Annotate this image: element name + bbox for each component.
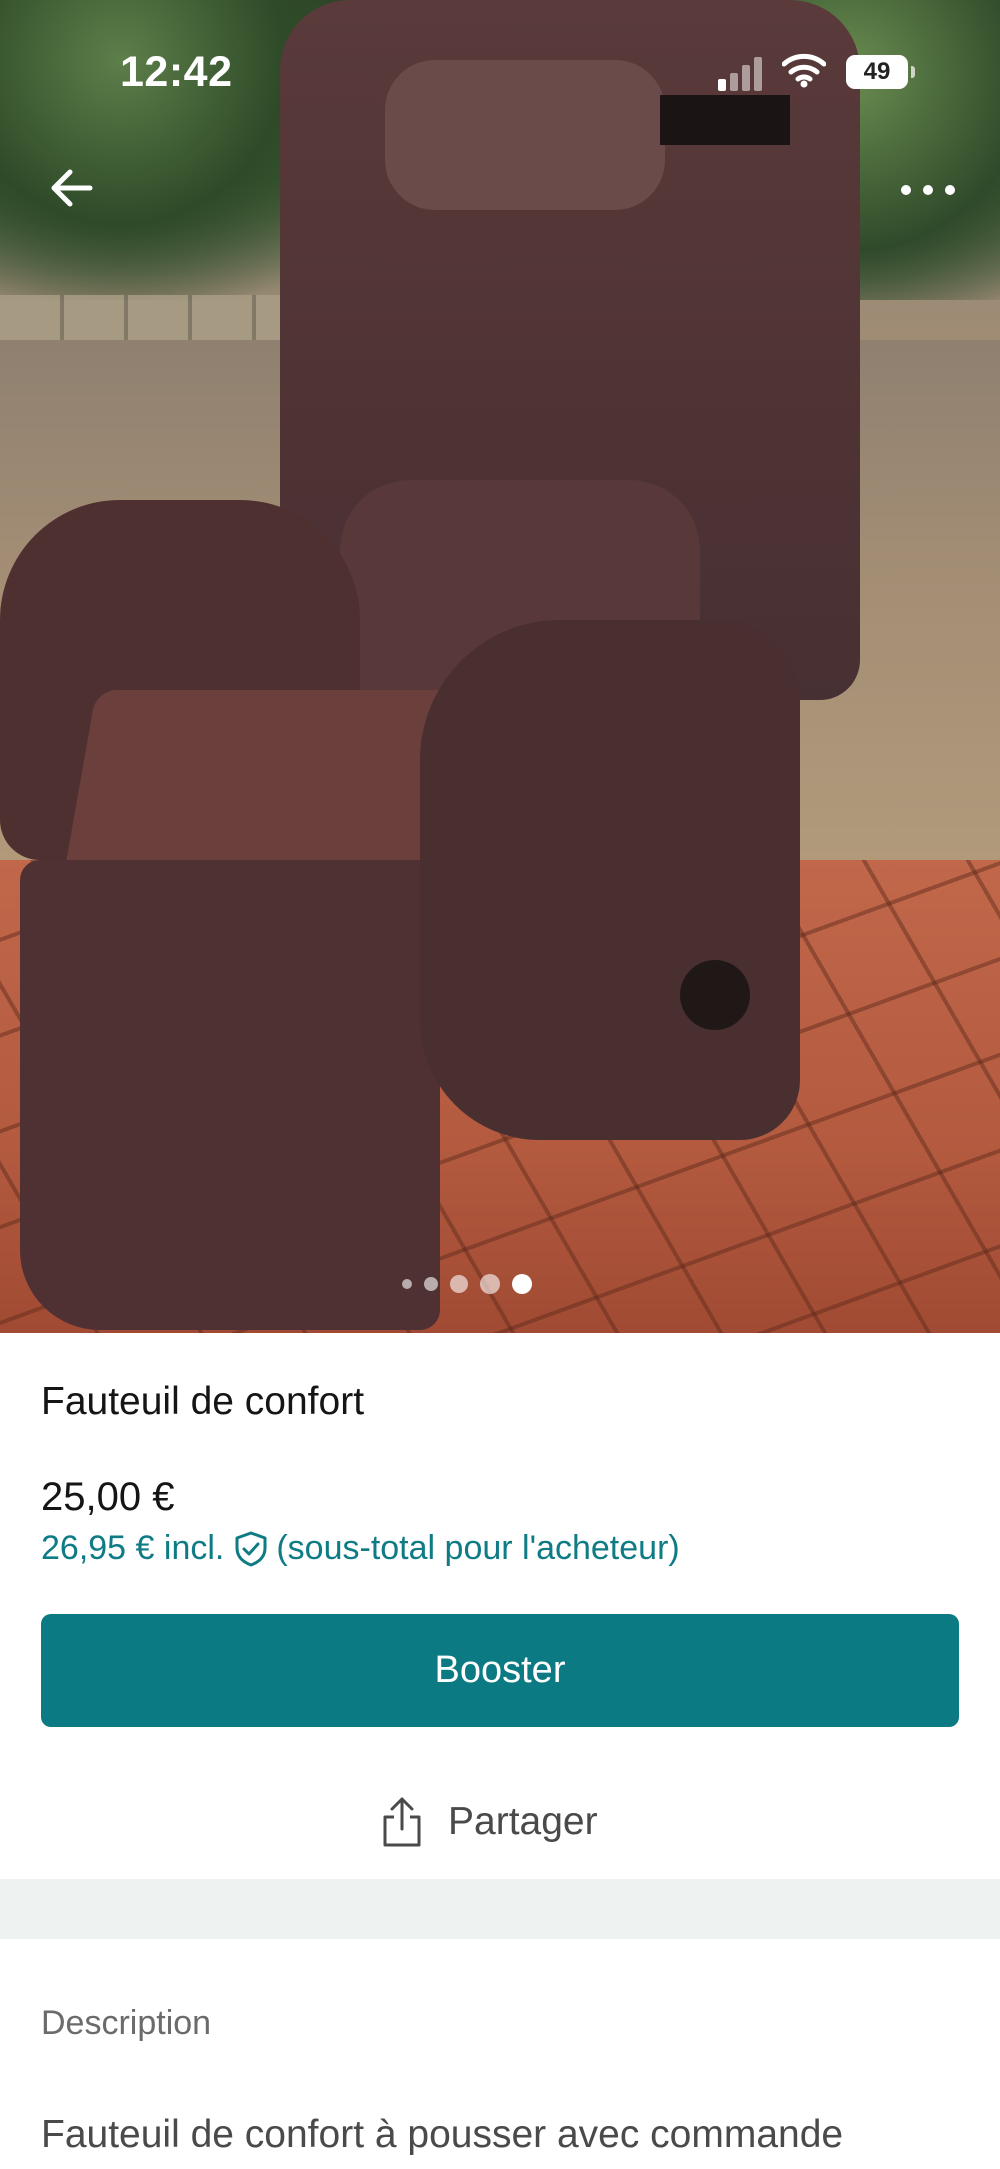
gallery-dot[interactable]	[450, 1275, 468, 1293]
wifi-icon	[782, 53, 826, 88]
gallery-dot[interactable]	[402, 1279, 412, 1289]
back-arrow-icon[interactable]	[44, 160, 100, 216]
boost-button[interactable]: Booster	[41, 1614, 959, 1727]
buyer-price-note: (sous-total pour l'acheteur)	[276, 1529, 680, 1567]
share-label: Partager	[448, 1800, 598, 1843]
chair-strap	[660, 95, 790, 145]
shield-check-icon	[235, 1531, 267, 1566]
description-text: Fauteuil de confort à pousser avec comma…	[41, 2113, 844, 2156]
gallery-pagination[interactable]	[402, 1272, 532, 1296]
status-time: 12:42	[120, 48, 233, 96]
share-icon	[383, 1797, 421, 1847]
buyer-price-info[interactable]: 26,95 € incl. (sous-total pour l'acheteu…	[41, 1529, 680, 1568]
chair-front-panel	[20, 860, 440, 1330]
item-title: Fauteuil de confort	[41, 1380, 365, 1423]
chair-wheel	[680, 960, 750, 1030]
more-options-icon[interactable]	[896, 170, 960, 210]
gallery-dot[interactable]	[480, 1274, 500, 1294]
item-price: 25,00 €	[41, 1475, 175, 1519]
gallery-dot[interactable]	[424, 1277, 438, 1291]
chair-right-armrest	[420, 620, 800, 1140]
gallery-dot-active[interactable]	[512, 1274, 532, 1294]
share-button[interactable]: Partager	[380, 1792, 598, 1852]
signal-icon	[718, 55, 766, 91]
buyer-price: 26,95 € incl.	[41, 1529, 225, 1567]
item-photo[interactable]: 12:42 49	[0, 0, 1000, 1333]
section-divider	[0, 1879, 1000, 1939]
battery-icon: 49	[846, 55, 915, 89]
description-label: Description	[41, 2004, 212, 2042]
chair-headrest	[385, 60, 665, 210]
